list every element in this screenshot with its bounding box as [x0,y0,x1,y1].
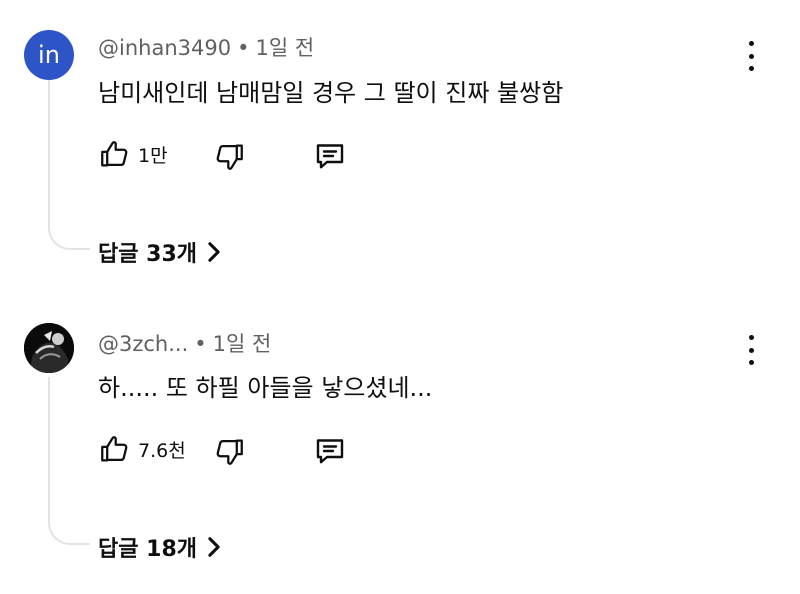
thumbs-up-icon [101,436,128,462]
dislike-button[interactable] [212,435,246,469]
thumbs-down-icon [216,144,243,170]
avatar[interactable]: in [24,30,74,80]
comment-time: 1일 전 [212,332,272,356]
replies-label: 답글 33개 [98,242,197,267]
comment-icon [316,439,344,464]
comment-meta: @3zch... • 1일 전 [98,328,271,358]
meta-separator: • [194,332,207,356]
more-vertical-icon[interactable] [740,41,762,71]
reply-button[interactable] [312,138,348,174]
avatar-initials: in [38,41,60,69]
like-button[interactable]: 7.6천 [98,432,186,466]
thumbs-down-icon [216,439,243,465]
chevron-right-icon [208,537,220,557]
like-button[interactable]: 1만 [98,137,168,171]
comment-text: 남미새인데 남매맘일 경우 그 딸이 진짜 불쌍함 [98,79,564,107]
comment-author[interactable]: @3zch... [98,332,188,356]
comment-author[interactable]: @inhan3490 [98,36,231,60]
comment-icon [316,144,344,169]
more-vertical-icon[interactable] [740,335,762,365]
view-replies-button[interactable]: 답글 18개 [98,531,223,563]
comment-text: 하..... 또 하필 아들을 낳으셨네... [98,374,433,402]
view-replies-button[interactable]: 답글 33개 [98,236,223,268]
meta-separator: • [237,36,250,60]
thread-line [48,80,90,250]
comment-time: 1일 전 [255,36,315,60]
dislike-button[interactable] [212,140,246,174]
like-count: 7.6천 [138,439,186,462]
chevron-right-icon [208,242,220,262]
reply-button[interactable] [312,433,348,469]
thread-line [48,377,90,545]
thumbs-up-icon [101,141,128,167]
comment-meta: @inhan3490 • 1일 전 [98,32,314,62]
like-count: 1만 [138,144,168,167]
replies-label: 답글 18개 [98,537,197,562]
avatar-image [24,323,74,373]
avatar[interactable] [24,323,74,373]
